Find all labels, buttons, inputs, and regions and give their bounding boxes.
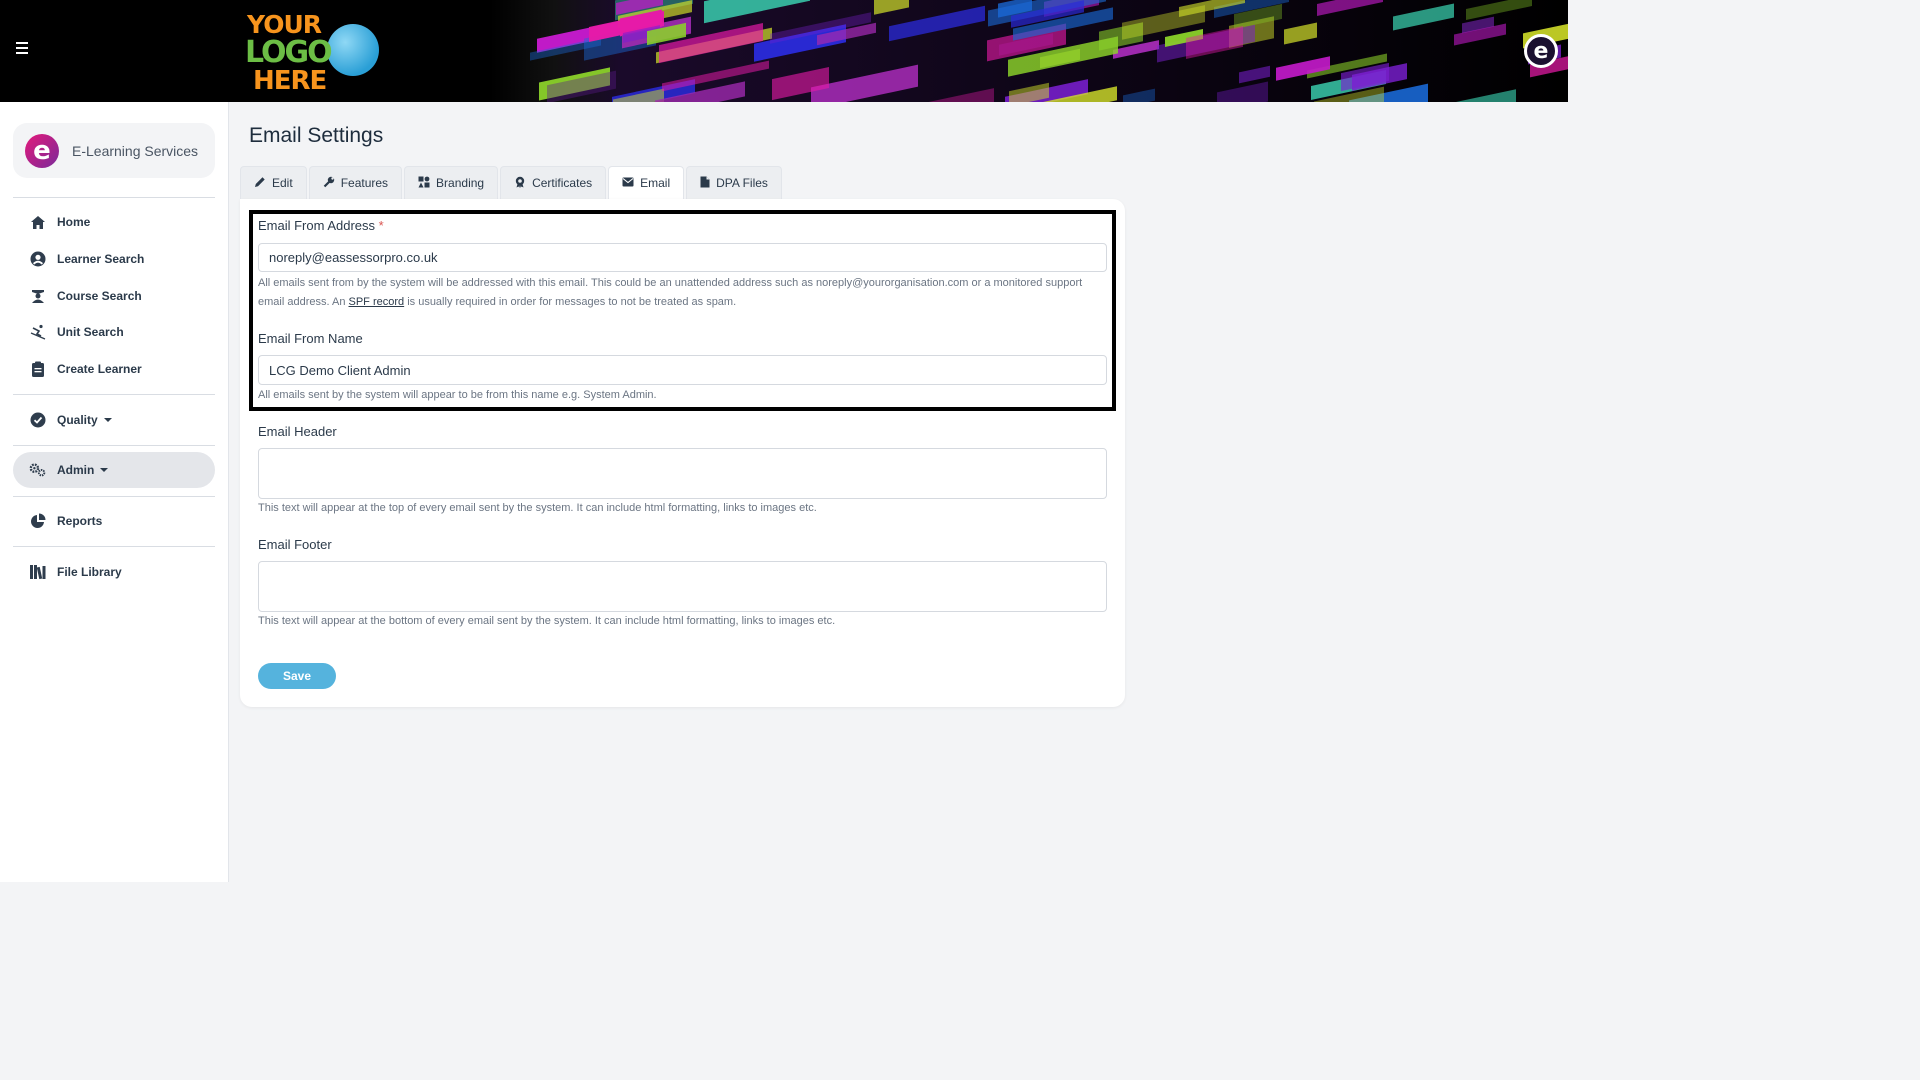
sidebar-item-create-learner[interactable]: Create Learner xyxy=(13,351,215,387)
sidebar-divider xyxy=(13,546,215,547)
email-from-address-help: All emails sent from by the system will … xyxy=(258,277,1083,308)
sidebar-divider xyxy=(13,445,215,446)
sidebar-item-home[interactable]: Home xyxy=(13,204,215,240)
sidebar-divider xyxy=(13,496,215,497)
pencil-icon xyxy=(254,176,266,191)
sidebar-item-quality[interactable]: Quality xyxy=(13,402,215,438)
email-from-address-label: Email From Address * xyxy=(258,218,384,233)
brand-name: E-Learning Services xyxy=(72,142,199,159)
sidebar-divider xyxy=(13,197,215,198)
sidebar-item-admin[interactable]: Admin xyxy=(13,452,215,488)
email-from-name-input[interactable] xyxy=(258,355,1107,385)
sidebar-item-file-library[interactable]: File Library xyxy=(13,554,215,590)
pie-chart-icon xyxy=(29,512,47,530)
clipboard-icon xyxy=(29,360,47,378)
sidebar-item-reports[interactable]: Reports xyxy=(13,503,215,539)
sidebar-item-course-search[interactable]: Course Search xyxy=(13,278,215,314)
tab-features[interactable]: Features xyxy=(308,166,403,199)
books-icon xyxy=(29,563,47,581)
tab-label: Branding xyxy=(436,176,485,190)
email-footer-textarea[interactable] xyxy=(258,561,1107,612)
tab-label: Edit xyxy=(272,176,293,190)
header-banner-image xyxy=(490,0,1568,102)
sidebar-item-label: Quality xyxy=(57,413,98,427)
envelope-icon xyxy=(622,177,634,190)
sidebar-divider xyxy=(13,394,215,395)
eassessor-badge-icon[interactable]: e xyxy=(1524,34,1558,68)
email-header-label: Email Header xyxy=(258,424,337,439)
email-from-name-label: Email From Name xyxy=(258,331,363,346)
email-footer-label: Email Footer xyxy=(258,537,332,552)
tab-label: Certificates xyxy=(532,176,593,190)
sidebar-item-label: Reports xyxy=(57,514,103,528)
file-icon xyxy=(700,176,710,191)
sidebar-item-label: File Library xyxy=(57,565,122,579)
required-asterisk: * xyxy=(378,218,384,233)
hamburger-menu-icon[interactable] xyxy=(16,42,32,58)
skier-icon xyxy=(29,323,47,341)
tab-email[interactable]: Email xyxy=(608,166,685,199)
email-from-name-help: All emails sent by the system will appea… xyxy=(258,389,657,401)
certificate-icon xyxy=(514,176,526,191)
organisation-logo: YOUR LOGO HERE xyxy=(243,8,383,96)
tab-label: Features xyxy=(340,176,389,190)
sidebar-item-label: Create Learner xyxy=(57,362,142,376)
sidebar-item-label: Home xyxy=(57,215,91,229)
email-footer-help: This text will appear at the bottom of e… xyxy=(258,615,836,627)
chevron-down-icon xyxy=(100,468,109,472)
spf-record-link[interactable]: SPF record xyxy=(349,296,405,308)
email-header-help: This text will appear at the top of ever… xyxy=(258,502,817,514)
settings-tabs: Edit Features Branding Certificates Emai… xyxy=(240,166,784,199)
sidebar: e E-Learning Services Home Learner Searc… xyxy=(0,102,229,882)
page-title: Email Settings xyxy=(249,124,384,147)
user-circle-icon xyxy=(29,250,47,268)
sidebar-item-unit-search[interactable]: Unit Search xyxy=(13,314,215,350)
email-from-address-input[interactable] xyxy=(258,243,1107,272)
tab-label: DPA Files xyxy=(716,176,768,190)
tab-label: Email xyxy=(640,176,671,190)
tab-edit[interactable]: Edit xyxy=(240,166,307,199)
save-button[interactable]: Save xyxy=(258,663,336,689)
home-icon xyxy=(29,213,47,231)
palette-icon xyxy=(418,176,430,191)
sidebar-item-label: Learner Search xyxy=(57,252,145,266)
check-circle-icon xyxy=(29,411,47,429)
brand-card[interactable]: e E-Learning Services xyxy=(13,123,215,178)
graduate-icon xyxy=(29,287,47,305)
tab-dpa-files[interactable]: DPA Files xyxy=(686,166,782,199)
sidebar-item-learner-search[interactable]: Learner Search xyxy=(13,241,215,277)
sidebar-item-label: Course Search xyxy=(57,289,142,303)
top-header: YOUR LOGO HERE e xyxy=(0,0,1568,102)
tab-branding[interactable]: Branding xyxy=(404,166,499,199)
sidebar-item-label: Admin xyxy=(57,463,95,477)
email-header-textarea[interactable] xyxy=(258,448,1107,499)
cogs-icon xyxy=(29,461,47,479)
brand-logo-icon: e xyxy=(25,133,59,168)
sidebar-item-label: Unit Search xyxy=(57,325,124,339)
chevron-down-icon xyxy=(103,418,112,422)
tab-certificates[interactable]: Certificates xyxy=(500,166,607,199)
wrench-icon xyxy=(323,176,335,191)
